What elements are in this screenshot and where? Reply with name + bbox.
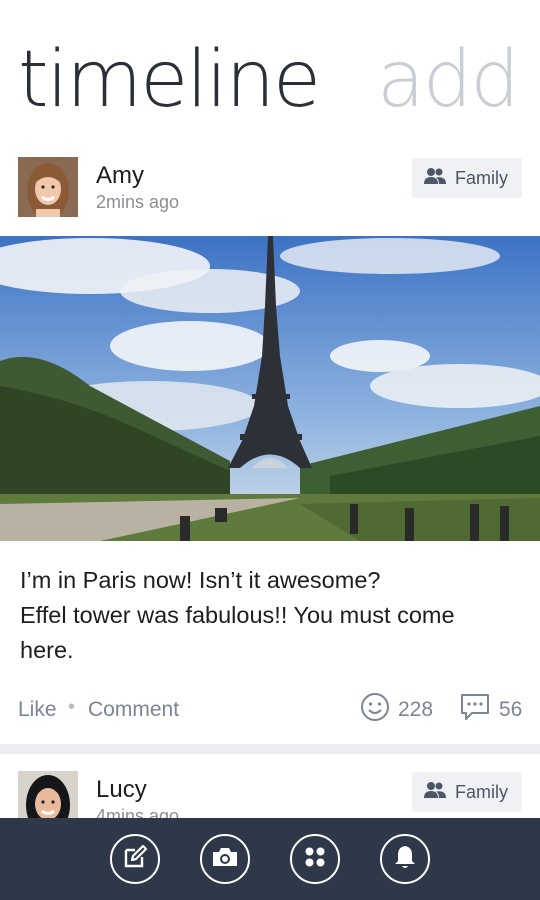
audience-label: Family xyxy=(455,781,508,802)
post-text-line: Effel tower was fabulous!! You must come xyxy=(20,602,455,628)
author-name[interactable]: Amy xyxy=(96,162,144,190)
notifications-button[interactable] xyxy=(380,834,430,884)
post-text-line: here. xyxy=(20,637,74,663)
post-timestamp: 2mins ago xyxy=(96,192,180,212)
post-timestamp: 4mins ago xyxy=(96,806,180,818)
audience-label: Family xyxy=(455,167,508,188)
post-text: I’m in Paris now! Isn’t it awesome? Effe… xyxy=(0,541,540,668)
avatar[interactable] xyxy=(18,157,78,217)
avatar[interactable] xyxy=(18,771,78,818)
comment-bubble-icon xyxy=(459,692,491,728)
camera-button[interactable] xyxy=(200,834,250,884)
timeline-feed[interactable]: Amy 2mins ago Family I’m in Paris now! I… xyxy=(0,140,540,818)
audience-badge[interactable]: Family xyxy=(412,158,522,198)
apps-button[interactable] xyxy=(290,834,340,884)
pivot-item-add-friends[interactable]: add f xyxy=(377,35,540,125)
pivot-item-timeline[interactable]: timeline xyxy=(18,35,321,125)
separator-dot: • xyxy=(68,696,76,718)
comment-link[interactable]: Comment xyxy=(88,698,179,722)
comments-stat[interactable]: 56 xyxy=(459,692,522,728)
compose-button[interactable] xyxy=(110,834,160,884)
audience-badge[interactable]: Family xyxy=(412,772,522,812)
post-card: Lucy 4mins ago Family xyxy=(0,754,540,818)
people-icon xyxy=(424,781,446,804)
post-photo[interactable] xyxy=(0,236,540,541)
apps-icon xyxy=(303,845,327,874)
post-separator xyxy=(0,744,540,754)
post-card: Amy 2mins ago Family I’m in Paris now! I… xyxy=(0,140,540,744)
notifications-icon xyxy=(393,844,417,875)
reactions-stat[interactable]: 228 xyxy=(360,692,433,728)
post-actions: Like • Comment 228 56 xyxy=(0,682,540,744)
post-header: Amy 2mins ago Family xyxy=(0,140,540,236)
camera-icon xyxy=(211,845,239,874)
smiley-icon xyxy=(360,692,390,728)
pivot-header: timeline add f xyxy=(18,30,540,130)
post-text-line: I’m in Paris now! Isn’t it awesome? xyxy=(20,567,381,593)
comments-count: 56 xyxy=(499,698,523,721)
app-bar xyxy=(0,818,540,900)
post-header: Lucy 4mins ago Family xyxy=(0,754,540,818)
people-icon xyxy=(424,167,446,190)
author-name[interactable]: Lucy xyxy=(96,776,147,804)
reactions-count: 228 xyxy=(398,698,434,721)
like-link[interactable]: Like xyxy=(18,698,57,722)
compose-icon xyxy=(122,844,148,875)
